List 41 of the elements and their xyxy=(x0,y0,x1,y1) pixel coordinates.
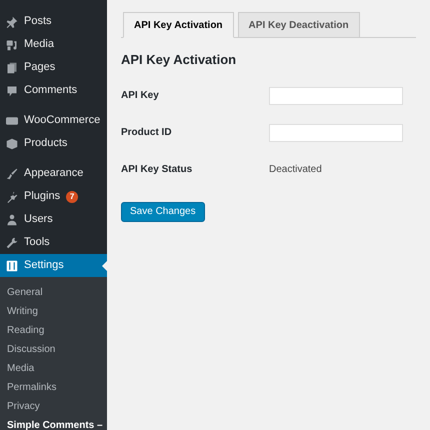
field-label: API Key xyxy=(121,89,160,103)
speech-bubble-icon xyxy=(6,84,18,96)
sidebar-item[interactable]: Appearance xyxy=(0,162,107,185)
submenu-item[interactable]: Writing xyxy=(0,302,107,321)
media-icon xyxy=(6,38,18,50)
sidebar-item[interactable]: Users xyxy=(0,208,107,231)
submenu-item[interactable]: Simple Comments – xyxy=(0,416,107,430)
sidebar-item[interactable]: Plugins 7 xyxy=(0,185,107,208)
submenu-item[interactable]: Media xyxy=(0,359,107,378)
submenu-item[interactable]: General xyxy=(0,283,107,302)
wrench-icon xyxy=(6,236,18,248)
field-label: API Key Status xyxy=(121,163,194,177)
sidebar-item[interactable]: Pages xyxy=(0,56,107,79)
update-count-badge: 7 xyxy=(66,190,78,202)
tab[interactable]: API Key Activation xyxy=(123,12,234,38)
sidebar-item[interactable]: Tools xyxy=(0,231,107,254)
pages-icon xyxy=(6,62,18,74)
submenu-item[interactable]: Discussion xyxy=(0,340,107,359)
text-input-field[interactable] xyxy=(269,86,403,104)
status-value: Deactivated xyxy=(269,163,322,177)
sidebar-item[interactable]: Products xyxy=(0,132,107,155)
brush-icon xyxy=(6,168,18,180)
pushpin-icon xyxy=(6,16,18,28)
settings-icon xyxy=(6,260,18,272)
box-icon xyxy=(6,138,18,150)
plug-icon xyxy=(6,190,18,202)
user-icon xyxy=(6,214,18,226)
sidebar-item[interactable]: Settings xyxy=(0,254,107,277)
section-title: API Key Activation xyxy=(121,51,238,69)
sidebar-item[interactable]: Media xyxy=(0,33,107,56)
submenu-item[interactable]: Permalinks xyxy=(0,378,107,397)
sidebar-item[interactable]: Posts xyxy=(0,10,107,33)
sidebar-item[interactable]: WooCommerce xyxy=(0,109,107,132)
submenu-item[interactable]: Privacy xyxy=(0,397,107,416)
submenu-item[interactable]: Reading xyxy=(0,321,107,340)
field-label: Product ID xyxy=(121,126,173,140)
save-button[interactable]: Save Changes xyxy=(121,202,205,222)
text-input-field[interactable] xyxy=(269,124,403,142)
tab[interactable]: API Key Deactivation xyxy=(238,12,360,38)
current-pointer-icon xyxy=(102,261,107,271)
sidebar-item[interactable]: Comments xyxy=(0,79,107,102)
